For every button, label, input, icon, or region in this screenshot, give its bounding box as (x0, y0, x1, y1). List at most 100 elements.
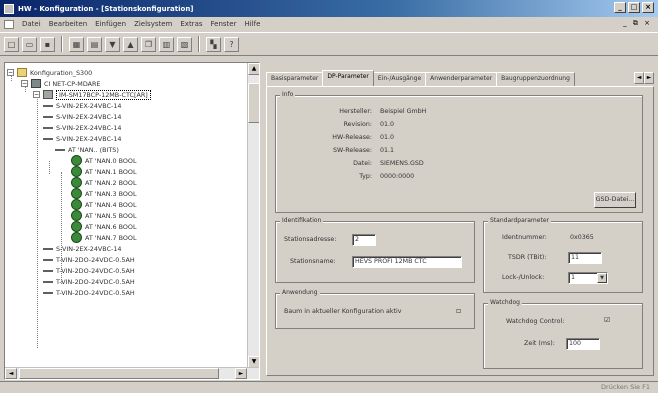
tree-node[interactable]: T-VIN-2DO-24VDC-0.5AH (43, 254, 135, 265)
app-icon (4, 3, 14, 14)
close-button[interactable]: × (642, 2, 654, 13)
lock-unlock-select[interactable]: 1 ▼ (568, 272, 608, 284)
tab-left-arrow-icon[interactable]: ◄ (634, 72, 644, 84)
save-icon[interactable]: ▪ (40, 36, 55, 52)
tree-node[interactable]: T-VIN-2DO-24VDC-0.5AH (43, 276, 135, 287)
tree-node[interactable]: AT 'NAN.. (BITS) (55, 144, 119, 155)
menu-datei[interactable]: Datei (22, 20, 41, 28)
tree-node[interactable]: S-VIN-2EX-24VBC-14 (43, 133, 121, 144)
tab-ein-ausgaenge[interactable]: Ein-/Ausgänge (372, 72, 427, 86)
tab-dp-parameter[interactable]: DP-Parameter (322, 70, 374, 86)
toolbar-separator (61, 36, 63, 52)
io-channel-icon (71, 188, 82, 199)
menu-hilfe[interactable]: Hilfe (244, 20, 260, 28)
upload-icon[interactable]: ▲ (123, 36, 138, 52)
tree-node[interactable]: AT 'NAN.5 BOOL (71, 210, 137, 221)
station-address-input[interactable]: 2 (352, 234, 376, 246)
maximize-button[interactable]: □ (628, 2, 640, 13)
tree-node[interactable]: T-VIN-2DO-24VDC-0.5AH (43, 287, 135, 298)
compile-icon[interactable]: ▦ (69, 36, 84, 52)
tab-basisparameter[interactable]: Basisparameter (266, 72, 324, 86)
tree-expander-icon[interactable]: − (33, 91, 40, 98)
watchdog-time-input[interactable]: 100 (566, 338, 600, 350)
tree-node[interactable]: S-VIN-2EX-24VBC-14 (43, 100, 121, 111)
module-icon (43, 291, 53, 294)
tab-anwenderparameter[interactable]: Anwenderparameter (425, 72, 498, 86)
info-key-hw-release: HW-Release: (332, 134, 372, 141)
tree-horizontal-scrollbar[interactable]: ◄ ► (5, 367, 259, 379)
application-active-label: Baum in aktueller Konfiguration aktiv (284, 308, 402, 315)
tsdr-label: TSDR (TBit): (508, 254, 547, 261)
tree-node[interactable]: − Konfiguration_S300 (7, 67, 92, 78)
menu-zielsystem[interactable]: Zielsystem (134, 20, 172, 28)
info-value-typ: 0000:0000 (380, 173, 415, 180)
document-icon[interactable] (4, 19, 14, 29)
watchdog-control-label: Watchdog Control: (506, 318, 565, 325)
watchdog-checkbox-icon[interactable]: ☑ (604, 316, 610, 324)
menu-bearbeiten[interactable]: Bearbeiten (49, 20, 87, 28)
scroll-up-arrow-icon[interactable]: ▲ (248, 63, 259, 75)
hscroll-thumb[interactable] (19, 368, 219, 379)
tree-node[interactable]: T-VIN-2DO-24VDC-0.5AH (43, 265, 135, 276)
tree-node-label: AT 'NAN.. (BITS) (68, 145, 119, 154)
application-checkbox-icon[interactable]: ▫ (456, 306, 461, 315)
scroll-thumb[interactable] (248, 83, 259, 123)
copy-icon[interactable]: ❐ (141, 36, 156, 52)
tree-expander-icon[interactable]: − (7, 69, 14, 76)
print-icon[interactable]: ▤ (87, 36, 102, 52)
tree-vertical-scrollbar[interactable]: ▲ ▼ (247, 63, 259, 368)
open-icon[interactable]: ▭ (22, 36, 37, 52)
tab-baugruppenzuordnung[interactable]: Baugruppenzuordnung (496, 72, 575, 86)
catalog-icon[interactable]: ▧ (177, 36, 192, 52)
module-icon (43, 90, 53, 99)
identification-group-label: Identifikation (280, 217, 324, 224)
scroll-left-arrow-icon[interactable]: ◄ (5, 368, 17, 379)
tree-node-label: AT 'NAN.7 BOOL (85, 233, 137, 242)
status-bar: Drücken Sie F1 (0, 381, 658, 393)
tree-node[interactable]: − IM-SM17BCP-12MB-CTC[AR] (33, 89, 151, 100)
watchdog-group: Watchdog Watchdog Control: ☑ Zeit (ms): … (483, 299, 643, 369)
tree-node[interactable]: S-VIN-2EX-24VBC-14 (43, 243, 121, 254)
whatis-icon[interactable]: ? (224, 36, 239, 52)
tree-expander-icon[interactable]: − (21, 80, 28, 87)
properties-pane: Basisparameter DP-Parameter Ein-/Ausgäng… (266, 62, 654, 380)
station-name-input[interactable]: HEVS PROFI 12MB CTC (352, 256, 462, 268)
download-icon[interactable]: ▼ (105, 36, 120, 52)
tree-node[interactable]: S-VIN-2EX-24VBC-14 (43, 111, 121, 122)
info-value-revision: 01.0 (380, 121, 395, 128)
tree-node[interactable]: S-VIN-2EX-24VBC-14 (43, 122, 121, 133)
new-icon[interactable]: □ (4, 36, 19, 52)
info-value-sw-release: 01.1 (380, 147, 395, 154)
minimize-button[interactable]: _ (614, 2, 626, 13)
standard-parameter-group: Standardparameter Identnummer: 0x0365 TS… (483, 217, 643, 293)
menu-einfuegen[interactable]: Einfügen (95, 20, 126, 28)
toolbar: □ ▭ ▪ ▦ ▤ ▼ ▲ ❐ ▥ ▧ ▚ ? (0, 32, 658, 56)
scroll-right-arrow-icon[interactable]: ► (235, 368, 247, 379)
menu-fenster[interactable]: Fenster (211, 20, 237, 28)
paste-icon[interactable]: ▥ (159, 36, 174, 52)
tree-node[interactable]: AT 'NAN.7 BOOL (71, 232, 137, 243)
tree-connector (37, 95, 38, 348)
menu-extras[interactable]: Extras (180, 20, 202, 28)
tree-node-label: S-VIN-2EX-24VBC-14 (56, 101, 122, 110)
tab-right-arrow-icon[interactable]: ► (644, 72, 654, 84)
module-icon (43, 115, 53, 118)
tsdr-input[interactable]: 11 (568, 252, 602, 264)
tree-node[interactable]: AT 'NAN.4 BOOL (71, 199, 137, 210)
tree-node-label: AT 'NAN.2 BOOL (85, 178, 137, 187)
tree-node[interactable]: − CI NET-CP-MDARE (21, 78, 100, 89)
menu-bar: Datei Bearbeiten Einfügen Zielsystem Ext… (0, 17, 658, 31)
module-icon (43, 258, 53, 261)
tree-node-label: T-VIN-2DO-24VDC-0.5AH (56, 277, 135, 286)
application-group-label: Anwendung (280, 289, 320, 296)
tree-node[interactable]: AT 'NAN.6 BOOL (71, 221, 137, 232)
tree-node[interactable]: AT 'NAN.0 BOOL (71, 155, 137, 166)
dropdown-arrow-icon[interactable]: ▼ (597, 273, 607, 283)
info-value-datei: SIEMENS.GSD (380, 160, 424, 167)
tree-node[interactable]: AT 'NAN.1 BOOL (71, 166, 137, 177)
gsd-file-button[interactable]: GSD-Datei... (594, 192, 636, 208)
mdi-controls[interactable]: _ ⧉ × (623, 19, 652, 28)
tree-node[interactable]: AT 'NAN.3 BOOL (71, 188, 137, 199)
network-icon[interactable]: ▚ (206, 36, 221, 52)
tree-node[interactable]: AT 'NAN.2 BOOL (71, 177, 137, 188)
